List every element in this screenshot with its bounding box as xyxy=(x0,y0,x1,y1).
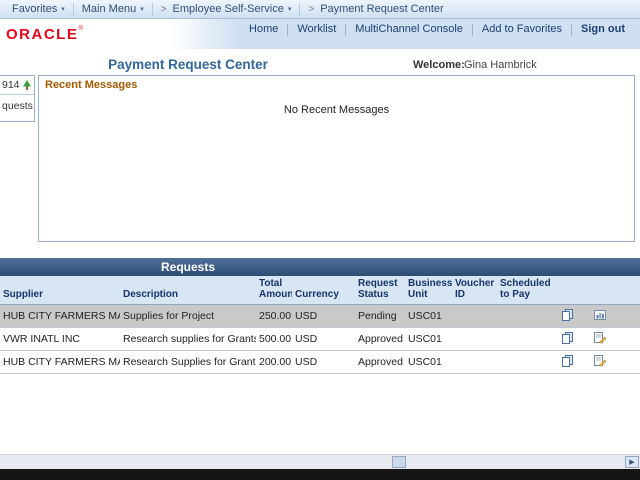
view-request-icon[interactable] xyxy=(593,308,607,322)
cell-total-amount: 200.00 xyxy=(256,351,292,374)
title-row: Payment Request Center Welcome: Gina Ham… xyxy=(0,57,640,75)
cell-scheduled-to-pay xyxy=(497,328,553,351)
table-row[interactable]: HUB CITY FARMERS MARKET/ Research Suppli… xyxy=(0,351,640,374)
cell-voucher-id xyxy=(452,351,497,374)
col-action-2 xyxy=(583,276,617,305)
cell-total-amount: 500.00 xyxy=(256,328,292,351)
cell-description: Supplies for Project xyxy=(120,305,256,328)
sign-out-link[interactable]: Sign out xyxy=(572,23,634,35)
cell-currency: USD xyxy=(292,305,355,328)
green-indicator-icon[interactable] xyxy=(22,80,32,91)
breadcrumb-ess-label: Employee Self-Service xyxy=(173,3,284,15)
col-scheduled-to-pay: Scheduled to Pay xyxy=(497,276,553,305)
top-header-bar: ORACLE® Home Worklist MultiChannel Conso… xyxy=(0,19,640,49)
cell-filler xyxy=(617,328,640,351)
breadcrumb-employee-self-service[interactable]: > Employee Self-Service ▾ xyxy=(153,0,300,18)
page-title: Payment Request Center xyxy=(0,57,376,72)
cell-voucher-id xyxy=(452,328,497,351)
cell-request-status: Approved xyxy=(355,328,405,351)
col-request-status: Request Status xyxy=(355,276,405,305)
no-messages-text: No Recent Messages xyxy=(39,104,634,116)
cell-currency: USD xyxy=(292,351,355,374)
cell-voucher-id xyxy=(452,305,497,328)
copy-request-icon[interactable] xyxy=(561,331,575,345)
left-pagelet-link-row: quests xyxy=(0,94,34,117)
left-pagelet-id-row: 914 xyxy=(0,76,34,94)
oracle-logo: ORACLE® xyxy=(6,26,83,43)
requests-section-title: Requests xyxy=(0,260,376,274)
chevron-down-icon: ▾ xyxy=(140,5,144,13)
breadcrumb-payment-request-center[interactable]: > Payment Request Center xyxy=(300,0,451,18)
breadcrumb-arrow-icon: > xyxy=(161,4,167,15)
request-id-fragment: 914 xyxy=(2,79,20,91)
chevron-down-icon: ▾ xyxy=(61,5,65,13)
edit-request-icon[interactable] xyxy=(593,354,607,368)
copy-request-icon[interactable] xyxy=(561,354,575,368)
col-business-unit: Business Unit xyxy=(405,276,452,305)
left-pagelet-partial: 914 quests xyxy=(0,75,35,122)
cell-total-amount: 250.00 xyxy=(256,305,292,328)
header-links: Home Worklist MultiChannel Console Add t… xyxy=(240,19,634,49)
bottom-bar xyxy=(0,469,640,480)
scroll-right-arrow-icon: ▶ xyxy=(629,458,634,466)
cell-scheduled-to-pay xyxy=(497,351,553,374)
recent-messages-title: Recent Messages xyxy=(39,76,634,94)
scrollbar-thumb[interactable] xyxy=(392,456,406,468)
cell-business-unit: USC01 xyxy=(405,328,452,351)
col-description: Description xyxy=(120,276,256,305)
horizontal-scrollbar[interactable]: ▶ xyxy=(0,454,640,469)
table-header-row: Supplier Description Total Amount Curren… xyxy=(0,276,640,305)
cell-filler xyxy=(617,351,640,374)
requests-section-header: Requests xyxy=(0,258,640,276)
cell-request-status: Approved xyxy=(355,351,405,374)
col-action-1 xyxy=(553,276,583,305)
col-filler xyxy=(617,276,640,305)
requests-link-fragment[interactable]: quests xyxy=(2,100,33,112)
cell-supplier: HUB CITY FARMERS MARKET/ xyxy=(0,305,120,328)
cell-request-status: Pending xyxy=(355,305,405,328)
worklist-link[interactable]: Worklist xyxy=(288,23,345,35)
recent-messages-panel: Recent Messages No Recent Messages xyxy=(38,75,635,242)
registered-mark: ® xyxy=(78,26,82,32)
edit-request-icon[interactable] xyxy=(593,331,607,345)
cell-description: Research Supplies for Grant xyxy=(120,351,256,374)
cell-business-unit: USC01 xyxy=(405,305,452,328)
cell-filler xyxy=(617,305,640,328)
oracle-logo-text: ORACLE xyxy=(6,26,78,43)
home-link[interactable]: Home xyxy=(240,23,287,35)
col-voucher-id: Voucher ID xyxy=(452,276,497,305)
welcome-label: Welcome: xyxy=(413,59,465,71)
cell-currency: USD xyxy=(292,328,355,351)
cell-description: Research supplies for Grants xyxy=(120,328,256,351)
requests-table: Supplier Description Total Amount Curren… xyxy=(0,276,640,374)
cell-supplier: VWR INATL INC xyxy=(0,328,120,351)
breadcrumb: Favorites ▾ Main Menu ▾ > Employee Self-… xyxy=(0,0,640,19)
multichannel-console-link[interactable]: MultiChannel Console xyxy=(346,23,472,35)
scroll-right-button[interactable]: ▶ xyxy=(625,456,639,468)
table-row[interactable]: VWR INATL INC Research supplies for Gran… xyxy=(0,328,640,351)
payment-request-center-screen: Favorites ▾ Main Menu ▾ > Employee Self-… xyxy=(0,0,640,480)
breadcrumb-favorites[interactable]: Favorites ▾ xyxy=(4,0,73,18)
cell-scheduled-to-pay xyxy=(497,305,553,328)
col-total-amount: Total Amount xyxy=(256,276,292,305)
copy-request-icon[interactable] xyxy=(561,308,575,322)
cell-business-unit: USC01 xyxy=(405,351,452,374)
table-row[interactable]: HUB CITY FARMERS MARKET/ Supplies for Pr… xyxy=(0,305,640,328)
add-to-favorites-link[interactable]: Add to Favorites xyxy=(473,23,571,35)
user-name: Gina Hambrick xyxy=(464,59,537,71)
breadcrumb-arrow-icon: > xyxy=(308,4,314,15)
breadcrumb-main-menu-label: Main Menu xyxy=(82,3,136,15)
chevron-down-icon: ▾ xyxy=(288,5,292,13)
col-currency: Currency xyxy=(292,276,355,305)
breadcrumb-main-menu[interactable]: Main Menu ▾ xyxy=(74,0,152,18)
breadcrumb-favorites-label: Favorites xyxy=(12,3,57,15)
cell-supplier: HUB CITY FARMERS MARKET/ xyxy=(0,351,120,374)
breadcrumb-prc-label: Payment Request Center xyxy=(320,3,444,15)
col-supplier: Supplier xyxy=(0,276,120,305)
